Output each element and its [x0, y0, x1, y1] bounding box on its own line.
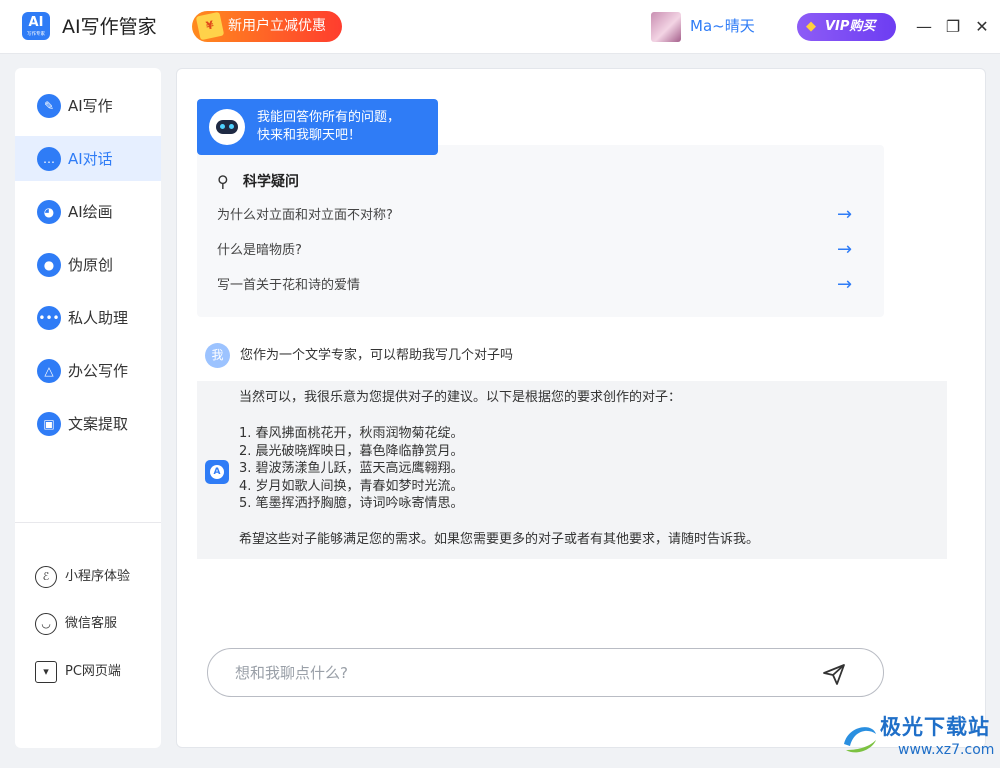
suggestion-card-title: 科学疑问	[243, 174, 299, 190]
sidebar-divider	[15, 522, 161, 523]
mini-program-icon: ℰ	[35, 566, 57, 588]
app-title: AI写作管家	[62, 16, 157, 38]
watermark-brand: 极光下载站	[880, 715, 990, 739]
sidebar: ✎ AI写作 … AI对话 ◕ AI绘画 ● 伪原创 ••• 私人助理 △ 办公…	[15, 68, 161, 748]
reply-list-item: 4. 岁月如歌人间换，青春如梦时光流。	[239, 478, 464, 494]
suggestion-question[interactable]: 写一首关于花和诗的爱情 →	[197, 271, 884, 301]
arrow-right-icon[interactable]: →	[837, 238, 852, 262]
office-icon: △	[37, 359, 61, 383]
sidebar-bottom-label: 小程序体验	[65, 569, 131, 584]
promo-button[interactable]: ¥ 新用户立减优惠	[192, 11, 342, 42]
watermark-logo: 极光下载站 www.xz7.com	[838, 712, 998, 764]
sidebar-wechat-service[interactable]: ◡ 微信客服	[35, 613, 155, 639]
gift-coupon-icon: ¥	[195, 11, 225, 41]
diamond-icon: ◆	[806, 19, 816, 34]
sidebar-bottom-label: PC网页端	[65, 664, 121, 679]
sidebar-item-label: AI对话	[68, 150, 113, 168]
sidebar-item-ai-chat[interactable]: … AI对话	[15, 136, 161, 181]
robot-avatar-icon	[209, 109, 245, 145]
suggestion-question[interactable]: 为什么对立面和对立面不对称? →	[197, 201, 884, 231]
username[interactable]: Ma~晴天	[690, 15, 755, 37]
suggestion-question[interactable]: 什么是暗物质? →	[197, 236, 884, 266]
chat-bubble-icon: …	[37, 147, 61, 171]
vip-purchase-button[interactable]: ◆ VIP购买	[797, 13, 896, 41]
assistant-logo-icon	[205, 460, 229, 484]
sidebar-item-label: 办公写作	[68, 362, 129, 380]
reply-list-item: 2. 晨光破晓辉映日，暮色降临静赏月。	[239, 443, 464, 459]
assistant-reply-body: 当然可以，我很乐意为您提供对子的建议。以下是根据您的要求创作的对子： 1. 春风…	[239, 389, 939, 549]
telescope-icon: ⚲	[217, 172, 229, 191]
minimize-icon[interactable]: —	[914, 17, 934, 37]
sidebar-item-private-assistant[interactable]: ••• 私人助理	[15, 295, 161, 340]
user-message-text: 您作为一个文学专家，可以帮助我写几个对子吗	[240, 348, 514, 363]
arrow-right-icon[interactable]: →	[837, 273, 852, 297]
app-logo: AI 写作专家	[22, 12, 50, 40]
reply-list: 1. 春风拂面桃花开，秋雨润物菊花绽。 2. 晨光破晓辉映日，暮色降临静赏月。 …	[239, 425, 939, 513]
chat-input[interactable]	[235, 661, 795, 685]
sidebar-item-label: 私人助理	[68, 309, 129, 327]
sidebar-item-office-writing[interactable]: △ 办公写作	[15, 348, 161, 393]
close-icon[interactable]: ✕	[972, 17, 992, 37]
chat-input-box[interactable]	[207, 648, 884, 697]
sidebar-item-label: AI绘画	[68, 203, 113, 221]
app-logo-text: AI	[28, 15, 44, 30]
sidebar-pc-web[interactable]: ▾ PC网页端	[35, 661, 155, 687]
sidebar-item-pseudo-original[interactable]: ● 伪原创	[15, 242, 161, 287]
title-bar: AI 写作专家 AI写作管家 ¥ 新用户立减优惠 Ma~晴天 ◆ VIP购买 —…	[0, 0, 1000, 54]
greeting-bubble: 我能回答你所有的问题， 快来和我聊天吧！	[197, 99, 438, 155]
reply-intro: 当然可以，我很乐意为您提供对子的建议。以下是根据您的要求创作的对子：	[239, 390, 682, 405]
sidebar-item-label: 伪原创	[68, 256, 114, 274]
watermark-swirl-icon	[844, 727, 876, 753]
watermark-url: www.xz7.com	[898, 742, 995, 758]
greeting-text: 我能回答你所有的问题， 快来和我聊天吧！	[257, 109, 432, 145]
suggestion-question-text: 为什么对立面和对立面不对称?	[217, 208, 393, 223]
greeting-line: 快来和我聊天吧！	[257, 128, 362, 143]
suggestion-question-text: 写一首关于花和诗的爱情	[217, 278, 361, 293]
user-message-avatar: 我	[205, 343, 230, 368]
maximize-icon[interactable]: ❐	[943, 17, 963, 37]
suggestion-card: ⚲ 科学疑问 为什么对立面和对立面不对称? → 什么是暗物质? → 写一首关于花…	[197, 145, 884, 317]
palette-icon: ◕	[37, 200, 61, 224]
chat-panel: ⚲ 科学疑问 为什么对立面和对立面不对称? → 什么是暗物质? → 写一首关于花…	[176, 68, 986, 748]
assistant-reply: 当然可以，我很乐意为您提供对子的建议。以下是根据您的要求创作的对子： 1. 春风…	[197, 381, 947, 559]
bulb-icon: ●	[37, 253, 61, 277]
sidebar-item-label: 文案提取	[68, 415, 129, 433]
reply-list-item: 1. 春风拂面桃花开，秋雨润物菊花绽。	[239, 426, 464, 441]
suggestion-question-text: 什么是暗物质?	[217, 243, 302, 258]
sidebar-bottom-label: 微信客服	[65, 616, 118, 631]
app-logo-subtext: 写作专家	[26, 31, 45, 37]
promo-label: 新用户立减优惠	[228, 18, 326, 34]
pc-web-icon: ▾	[35, 661, 57, 683]
sidebar-mini-program[interactable]: ℰ 小程序体验	[35, 566, 155, 592]
extract-icon: ▣	[37, 412, 61, 436]
reply-list-item: 5. 笔墨挥洒抒胸臆，诗词吟咏寄情思。	[239, 496, 464, 511]
greeting-line: 我能回答你所有的问题，	[257, 110, 401, 125]
sidebar-item-ai-painting[interactable]: ◕ AI绘画	[15, 189, 161, 234]
sidebar-item-ai-writing[interactable]: ✎ AI写作	[15, 83, 161, 128]
send-icon[interactable]	[820, 660, 848, 688]
reply-outro: 希望这些对子能够满足您的需求。如果您需要更多的对子或者有其他要求，请随时告诉我。	[239, 531, 760, 547]
wechat-service-icon: ◡	[35, 613, 57, 635]
assistant-chat-icon: •••	[37, 306, 61, 330]
reply-list-item: 3. 碧波荡漾鱼儿跃，蓝天高远鹰翱翔。	[239, 461, 464, 476]
arrow-right-icon[interactable]: →	[837, 203, 852, 227]
vip-label: VIP购买	[825, 19, 876, 34]
user-avatar[interactable]	[651, 12, 681, 42]
user-message: 我 您作为一个文学专家，可以帮助我写几个对子吗	[205, 343, 905, 369]
sidebar-item-label: AI写作	[68, 97, 113, 115]
pen-icon: ✎	[37, 94, 61, 118]
sidebar-item-copy-extract[interactable]: ▣ 文案提取	[15, 401, 161, 446]
